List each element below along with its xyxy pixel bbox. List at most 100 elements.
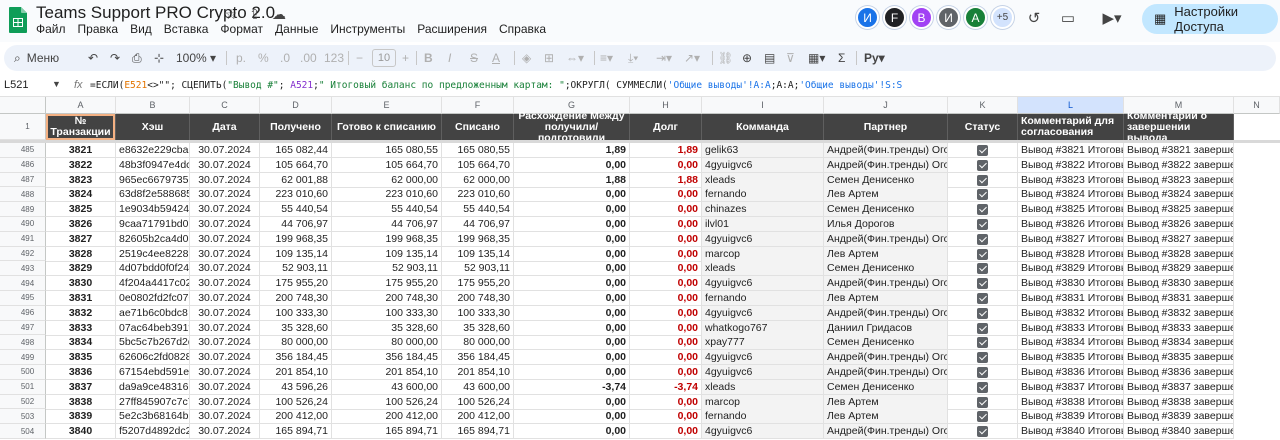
completion-comment-cell[interactable]: Вывод #3830 завершен. (1124, 276, 1234, 292)
status-cell[interactable] (948, 202, 1018, 218)
team-cell[interactable]: xleads (702, 261, 824, 277)
ready-cell[interactable]: 109 135,14 (332, 246, 442, 262)
status-checkbox[interactable] (977, 204, 988, 216)
menu-item[interactable]: Вставка (158, 22, 215, 36)
sent-cell[interactable]: 55 440,54 (442, 202, 514, 218)
completion-comment-cell[interactable]: Вывод #3835 завершен. (1124, 350, 1234, 366)
completion-comment-cell[interactable]: Вывод #3823 завершен. (1124, 172, 1234, 188)
status-cell[interactable] (948, 379, 1018, 395)
zoom-select[interactable]: 100% ▾ (176, 49, 216, 67)
menu-search[interactable]: ⌕ Меню (10, 48, 84, 68)
menu-item[interactable]: Данные (269, 22, 324, 36)
date-cell[interactable]: 30.07.2024 (190, 409, 260, 425)
collaborator-avatar[interactable]: И (856, 6, 879, 29)
vertical-align-icon[interactable]: ⤓▾ (628, 49, 638, 67)
name-box[interactable]: L521 (4, 79, 28, 91)
row-number[interactable]: 498 (0, 335, 46, 351)
input-tools-icon[interactable]: Pу▾ (864, 49, 885, 67)
received-cell[interactable]: 105 664,70 (260, 157, 332, 173)
row-number[interactable]: 489 (0, 202, 46, 217)
debt-cell[interactable]: -3,74 (630, 379, 702, 395)
status-cell[interactable] (948, 409, 1018, 425)
meet-icon[interactable]: ▶▾ (1096, 8, 1128, 28)
team-cell[interactable]: xpay777 (702, 335, 824, 351)
date-cell[interactable]: 30.07.2024 (190, 231, 260, 247)
row-number[interactable]: 494 (0, 276, 46, 291)
sent-cell[interactable]: 201 854,10 (442, 365, 514, 380)
difference-cell[interactable]: 1,88 (514, 172, 630, 188)
difference-cell[interactable]: 0,00 (514, 157, 630, 173)
team-cell[interactable]: whatkogo767 (702, 320, 824, 336)
status-cell[interactable] (948, 365, 1018, 380)
difference-cell[interactable]: 0,00 (514, 409, 630, 425)
transaction-id[interactable]: 3831 (46, 291, 116, 306)
partner-cell[interactable]: Андрей(Фин.тренды) Огоро (824, 424, 948, 440)
status-cell[interactable] (948, 335, 1018, 351)
row-number[interactable]: 497 (0, 320, 46, 336)
status-checkbox[interactable] (977, 263, 988, 275)
strikethrough-icon[interactable]: S (470, 49, 478, 67)
row-number[interactable]: 1 (0, 114, 46, 140)
team-cell[interactable]: chinazes (702, 202, 824, 218)
borders-icon[interactable]: ⊞ (544, 49, 554, 67)
sent-cell[interactable]: 356 184,45 (442, 350, 514, 366)
ready-cell[interactable]: 200 748,30 (332, 291, 442, 306)
transaction-id[interactable]: 3828 (46, 246, 116, 262)
status-checkbox[interactable] (977, 278, 988, 290)
row-number[interactable]: 493 (0, 261, 46, 277)
difference-cell[interactable]: 0,00 (514, 394, 630, 410)
insert-chart-icon[interactable]: ▤ (764, 49, 775, 67)
date-cell[interactable]: 30.07.2024 (190, 365, 260, 380)
approval-comment-cell[interactable]: Вывод #3823 Итоговый (1018, 172, 1124, 188)
column-header-d[interactable]: D (260, 97, 332, 114)
sent-cell[interactable]: 43 600,00 (442, 379, 514, 395)
row-number[interactable]: 496 (0, 305, 46, 321)
status-cell[interactable] (948, 291, 1018, 306)
date-cell[interactable]: 30.07.2024 (190, 261, 260, 277)
ready-cell[interactable]: 100 333,30 (332, 305, 442, 321)
transaction-id[interactable]: 3825 (46, 202, 116, 218)
hash-cell[interactable]: 1e9034b594245 (116, 202, 190, 218)
status-cell[interactable] (948, 217, 1018, 232)
status-checkbox[interactable] (977, 233, 988, 245)
difference-cell[interactable]: 0,00 (514, 320, 630, 336)
formula-input[interactable]: =ЕСЛИ(E521<>""; СЦЕПИТЬ("Вывод #"; A521;… (90, 80, 902, 91)
date-cell[interactable]: 30.07.2024 (190, 305, 260, 321)
ready-cell[interactable]: 100 526,24 (332, 394, 442, 410)
partner-cell[interactable]: Лев Артем (824, 246, 948, 262)
received-cell[interactable]: 109 135,14 (260, 246, 332, 262)
received-cell[interactable]: 100 333,30 (260, 305, 332, 321)
sent-cell[interactable]: 175 955,20 (442, 276, 514, 292)
row-number[interactable]: 504 (0, 424, 46, 439)
sent-cell[interactable]: 109 135,14 (442, 246, 514, 262)
ready-cell[interactable]: 199 968,35 (332, 231, 442, 247)
ready-cell[interactable]: 165 080,55 (332, 143, 442, 158)
difference-cell[interactable]: 0,00 (514, 424, 630, 440)
column-header-e[interactable]: E (332, 97, 442, 114)
approval-comment-cell[interactable]: Вывод #3825 Итоговый (1018, 202, 1124, 218)
share-button[interactable]: ▦ Настройки Доступа (1142, 4, 1278, 34)
difference-cell[interactable]: 0,00 (514, 291, 630, 306)
row-number[interactable]: 486 (0, 157, 46, 173)
team-cell[interactable]: 4gyuigvc6 (702, 305, 824, 321)
difference-cell[interactable]: 0,00 (514, 217, 630, 232)
sent-cell[interactable]: 199 968,35 (442, 231, 514, 247)
approval-comment-cell[interactable]: Вывод #3836 Итоговый (1018, 365, 1124, 380)
merge-cells-icon[interactable]: ⇔▾ (566, 49, 584, 67)
font-size-input[interactable]: 10 (372, 49, 396, 67)
received-cell[interactable]: 175 955,20 (260, 276, 332, 292)
row-number[interactable]: 502 (0, 394, 46, 410)
partner-cell[interactable]: Лев Артем (824, 291, 948, 306)
partner-cell[interactable]: Семен Денисенко (824, 261, 948, 277)
ready-cell[interactable]: 165 894,71 (332, 424, 442, 440)
date-cell[interactable]: 30.07.2024 (190, 187, 260, 203)
partner-cell[interactable]: Даниил Гридасов (824, 320, 948, 336)
select-all-corner[interactable] (0, 97, 46, 114)
decrease-decimal[interactable]: .0 (280, 49, 290, 67)
chevron-down-icon[interactable]: ▼ (52, 79, 61, 89)
transaction-id[interactable]: 3836 (46, 365, 116, 380)
row-number[interactable]: 492 (0, 246, 46, 262)
menu-item[interactable]: Инструменты (324, 22, 411, 36)
italic-icon[interactable]: I (448, 49, 451, 67)
approval-comment-cell[interactable]: Вывод #3840 Итоговый (1018, 424, 1124, 440)
